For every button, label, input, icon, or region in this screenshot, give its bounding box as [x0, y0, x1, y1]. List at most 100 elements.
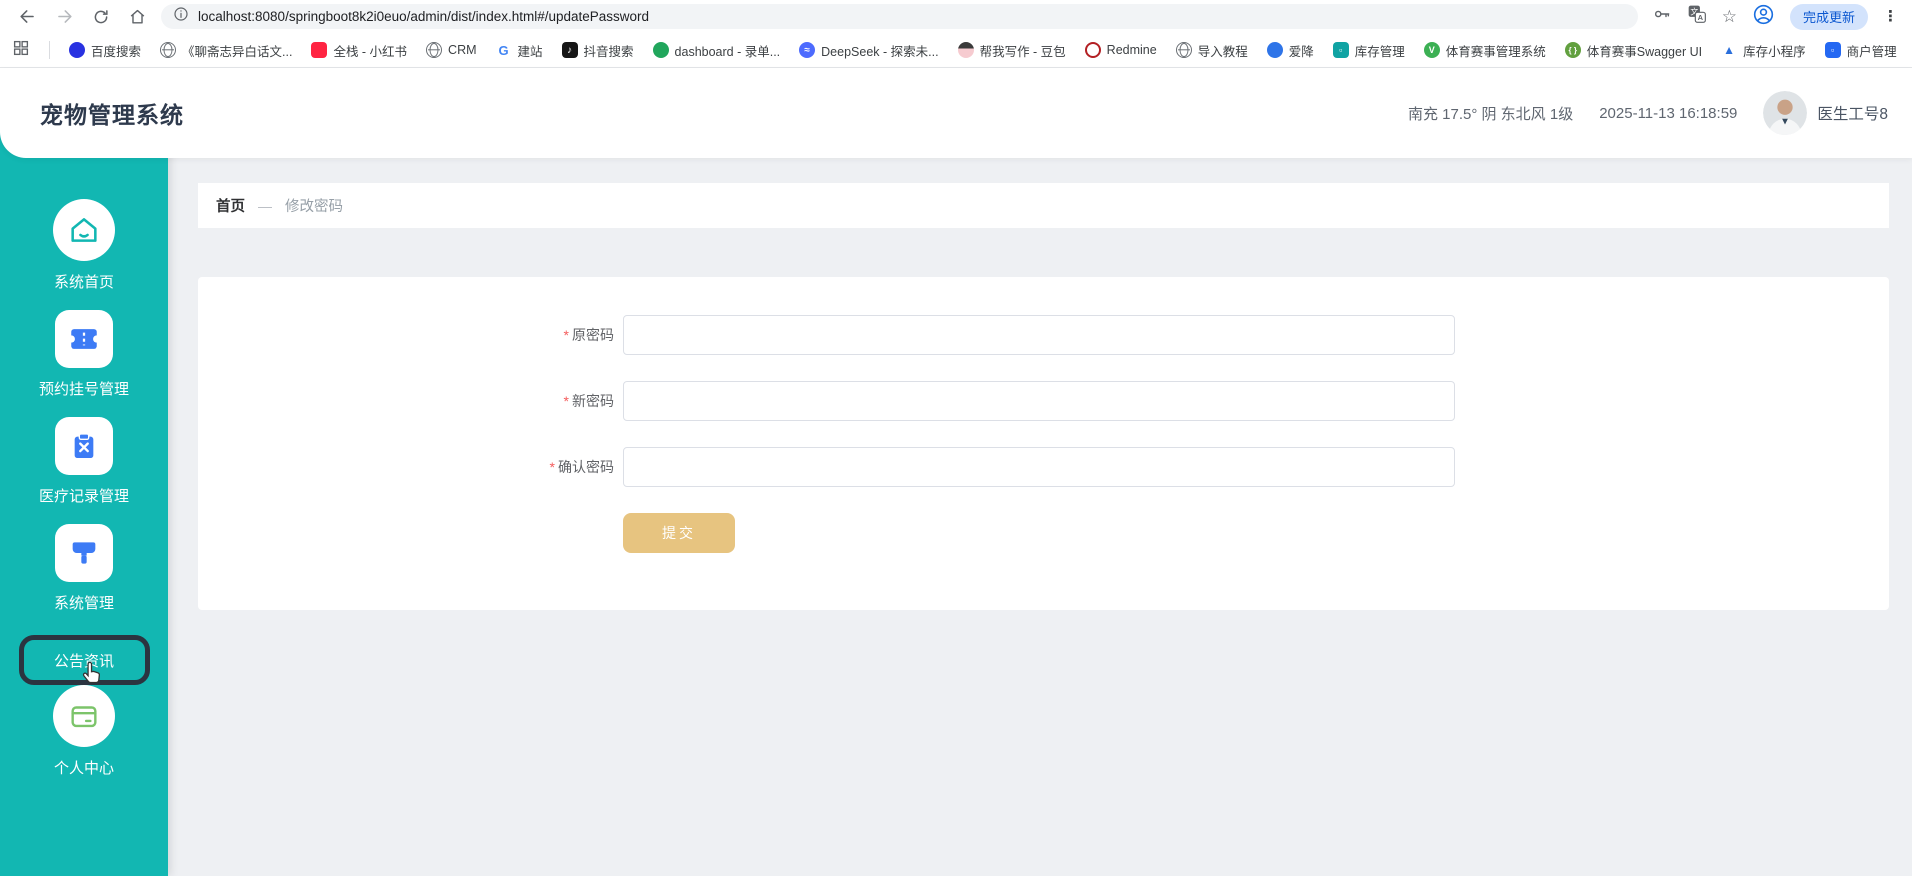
- bookmark-label: 库存小程序: [1743, 44, 1806, 59]
- globe-icon: [1175, 42, 1192, 58]
- bookmarks-bar: 百度搜索 《聊斋志异白话文... 全栈 - 小红书 CRM G 建站 ♪ 抖音搜索 …: [0, 33, 1912, 68]
- tiktok-icon: ♪: [561, 42, 578, 58]
- breadcrumb-separator: —: [258, 197, 272, 214]
- bookmark-label: DeepSeek - 探索未...: [821, 44, 939, 59]
- redmine-icon: [1084, 42, 1101, 58]
- form-row: * 原密码: [523, 315, 1889, 355]
- url-text: localhost:8080/springboot8k2i0euo/admin/…: [198, 9, 650, 24]
- bookmark-label: 体育赛事管理系统: [1445, 44, 1546, 59]
- site-info-icon[interactable]: [173, 6, 189, 27]
- bookmark-item[interactable]: 百度搜索: [69, 41, 141, 60]
- sidebar-item-system-home[interactable]: 系统首页: [53, 199, 115, 292]
- baidu-icon: [69, 42, 85, 58]
- sidebar-item-announcements[interactable]: 公告资讯: [18, 635, 150, 685]
- translate-icon[interactable]: 文A: [1687, 4, 1707, 29]
- bookmark-item[interactable]: dashboard - 录单...: [652, 41, 781, 60]
- required-asterisk: *: [563, 393, 569, 409]
- profile-icon[interactable]: [1752, 3, 1775, 31]
- header-right: 南充 17.5° 阴 东北风 1级 2025-11-13 16:18:59 医生…: [1408, 91, 1888, 135]
- confirm-password-input[interactable]: [623, 447, 1455, 487]
- breadcrumb-current: 修改密码: [285, 199, 343, 215]
- apps-grid-icon[interactable]: [12, 39, 30, 62]
- bookmark-label: CRM: [448, 43, 477, 57]
- card-icon: [53, 685, 115, 747]
- doubao-icon: [957, 42, 974, 58]
- breadcrumb-home[interactable]: 首页: [216, 195, 245, 216]
- user-menu[interactable]: 医生工号8: [1763, 91, 1888, 135]
- sidebar-item-label: 医疗记录管理: [38, 488, 129, 505]
- forward-icon[interactable]: [55, 7, 74, 26]
- form-row: * 新密码: [523, 381, 1889, 421]
- merchant-icon: ▫: [1824, 42, 1841, 58]
- reload-icon[interactable]: [92, 8, 110, 26]
- bookmark-item[interactable]: 导入教程: [1175, 41, 1248, 60]
- chrome-update-button[interactable]: 完成更新: [1789, 3, 1868, 30]
- bookmark-label: 商户管理: [1846, 44, 1897, 59]
- update-password-form: * 原密码 * 新密码 * 确认密码 提交: [523, 277, 1889, 553]
- sidebar-item-system-management[interactable]: 系统管理: [54, 524, 114, 613]
- inventory-icon: ▫: [1332, 42, 1349, 58]
- screen: localhost:8080/springboot8k2i0euo/admin/…: [0, 0, 1912, 876]
- form-row: * 确认密码: [523, 447, 1889, 487]
- home-icon: [53, 199, 115, 261]
- dashboard-icon: [652, 42, 669, 58]
- sidebar-item-label: 预约挂号管理: [38, 381, 129, 398]
- ticket-icon: [54, 310, 113, 368]
- sports-system-icon: V: [1423, 42, 1440, 58]
- new-password-input[interactable]: [623, 381, 1455, 421]
- main-content: 首页 — 修改密码 * 原密码 * 新密码 * 确认密码 提交: [168, 158, 1912, 876]
- svg-text:A: A: [1697, 13, 1703, 22]
- xiaohongshu-icon: [311, 42, 328, 58]
- bookmark-item[interactable]: 全栈 - 小红书: [311, 41, 407, 60]
- bookmark-item[interactable]: Redmine: [1084, 42, 1157, 58]
- avatar[interactable]: [1763, 91, 1808, 135]
- browser-nav-buttons: [8, 7, 161, 26]
- sidebar-item-medical-records[interactable]: 医疗记录管理: [39, 417, 129, 506]
- bookmark-item[interactable]: G 建站: [496, 41, 543, 60]
- bookmark-item[interactable]: 《聊斋志异白话文...: [160, 41, 292, 60]
- bookmark-item[interactable]: ≈ DeepSeek - 探索未...: [799, 41, 939, 60]
- required-asterisk: *: [549, 459, 555, 475]
- bookmark-label: Redmine: [1106, 43, 1157, 57]
- submit-button[interactable]: 提交: [623, 513, 735, 553]
- bookmark-item[interactable]: ♪ 抖音搜索: [561, 41, 634, 60]
- browser-menu-icon[interactable]: ⋮: [1883, 9, 1898, 24]
- bookmark-label: 库存管理: [1354, 44, 1405, 59]
- new-password-label: * 新密码: [563, 393, 614, 409]
- bookmark-item[interactable]: V 体育赛事管理系统: [1423, 41, 1546, 60]
- password-form-card: * 原密码 * 新密码 * 确认密码 提交: [198, 277, 1889, 610]
- datetime-text: 2025-11-13 16:18:59: [1599, 104, 1738, 122]
- back-icon[interactable]: [18, 7, 37, 26]
- old-password-input[interactable]: [623, 315, 1455, 355]
- mini-program-icon: ▲: [1723, 43, 1736, 57]
- sidebar-item-label: 系统管理: [53, 595, 114, 612]
- medical-record-icon: [54, 417, 113, 475]
- globe-icon: [160, 42, 177, 58]
- bookmark-label: 爱降: [1288, 44, 1314, 59]
- sidebar: 系统首页 预约挂号管理 医疗记录管理 系统管理 公告资讯 个人中心: [0, 126, 168, 876]
- bookmark-item[interactable]: ▲ 库存小程序: [1721, 41, 1806, 60]
- bookmark-star-icon[interactable]: ☆: [1722, 8, 1737, 25]
- bookmark-item[interactable]: { } 体育赛事Swagger UI: [1564, 41, 1702, 60]
- g-site-icon: G: [498, 42, 509, 58]
- bookmark-label: 导入教程: [1197, 44, 1248, 59]
- home-icon[interactable]: [128, 7, 147, 26]
- bookmark-item[interactable]: 爱降: [1266, 41, 1314, 60]
- swagger-icon: { }: [1564, 42, 1581, 58]
- bookmarks-separator: [49, 41, 50, 59]
- sidebar-item-label: 个人中心: [53, 760, 114, 777]
- aijiang-icon: [1266, 42, 1283, 58]
- bookmark-item[interactable]: ▫ 商户管理: [1824, 41, 1897, 60]
- sidebar-item-appointment[interactable]: 预约挂号管理: [39, 310, 129, 399]
- bookmark-label: 建站: [517, 44, 543, 59]
- bookmark-item[interactable]: 帮我写作 - 豆包: [957, 41, 1066, 60]
- password-key-icon[interactable]: [1652, 4, 1672, 29]
- bookmark-item[interactable]: CRM: [426, 42, 477, 58]
- bookmark-item[interactable]: ▫ 库存管理: [1332, 41, 1405, 60]
- address-bar[interactable]: localhost:8080/springboot8k2i0euo/admin/…: [161, 4, 1638, 29]
- globe-icon: [426, 42, 443, 58]
- sidebar-item-personal-center[interactable]: 个人中心: [53, 685, 115, 778]
- bookmark-label: 帮我写作 - 豆包: [979, 44, 1066, 59]
- bookmark-label: dashboard - 录单...: [674, 44, 781, 59]
- breadcrumb: 首页 — 修改密码: [198, 183, 1889, 228]
